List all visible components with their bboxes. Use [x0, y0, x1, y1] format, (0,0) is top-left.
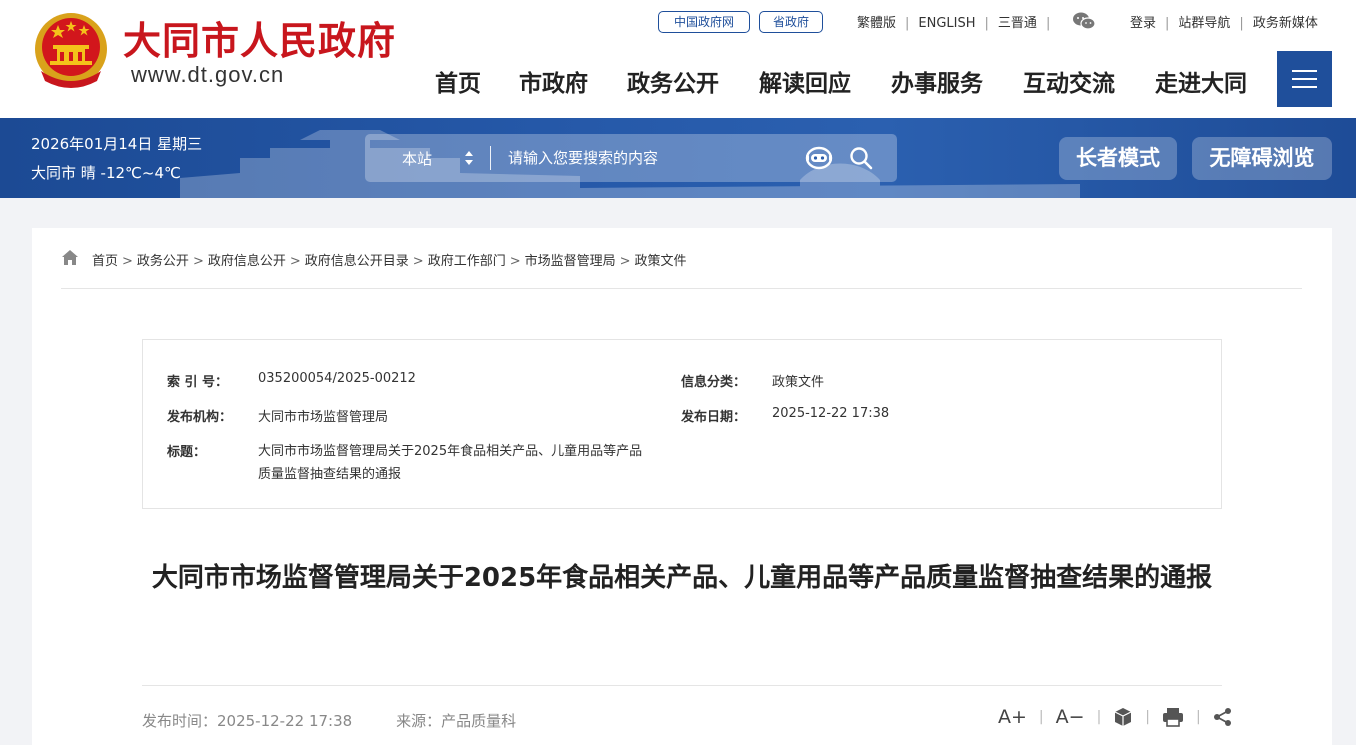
wechat-icon[interactable] — [1072, 11, 1096, 31]
print-icon[interactable] — [1162, 707, 1184, 727]
title-value: 大同市市场监督管理局关于2025年食品相关产品、儿童用品等产品质量监督抽查结果的… — [258, 444, 643, 482]
article-tools: A+ | A− | | | — [998, 706, 1233, 732]
divider: | — [1239, 16, 1244, 31]
menu-icon — [1292, 70, 1317, 72]
search-icon[interactable] — [849, 146, 873, 170]
sanjintong-link[interactable]: 三晋通 — [998, 16, 1037, 31]
accessibility-button[interactable]: 无障碍浏览 — [1192, 137, 1332, 180]
breadcrumb-separator: > — [619, 254, 631, 269]
font-increase-button[interactable]: A+ — [998, 706, 1027, 728]
search-box: 本站 — [365, 134, 897, 182]
elder-mode-button[interactable]: 长者模式 — [1059, 137, 1177, 180]
publish-info: 发布时间：2025-12-22 17:38 来源：产品质量科 — [142, 710, 516, 731]
category-value: 政策文件 — [772, 375, 825, 390]
source: 来源：产品质量科 — [396, 712, 517, 730]
site-header: 大同市人民政府 www.dt.gov.cn 中国政府网 省政府 繁體版 | ENGL… — [0, 0, 1356, 118]
nav-city-gov[interactable]: 市政府 — [519, 64, 588, 98]
divider: | — [984, 16, 989, 31]
divider: | — [905, 16, 910, 31]
breadcrumb-separator: > — [412, 254, 424, 269]
site-url: www.dt.gov.cn — [131, 62, 285, 87]
breadcrumb-separator: > — [122, 254, 133, 269]
national-emblem-icon[interactable] — [33, 11, 109, 91]
breadcrumb-separator: > — [289, 254, 301, 269]
date-text: 2026年01月14日 星期三 — [31, 135, 203, 153]
share-icon[interactable] — [1213, 707, 1233, 727]
home-icon[interactable] — [61, 249, 79, 266]
menu-button[interactable] — [1277, 51, 1332, 107]
breadcrumb-item[interactable]: 首页 — [92, 254, 118, 269]
divider: | — [1096, 709, 1102, 725]
category-label: 信息分类： — [681, 375, 747, 390]
publish-date-label: 发布日期： — [681, 410, 747, 425]
breadcrumb-item[interactable]: 市场监督管理局 — [525, 254, 616, 269]
breadcrumb-separator: > — [192, 254, 204, 269]
content-panel: 首页 > 政务公开 > 政府信息公开 > 政府信息公开目录 > 政府工作部门 > 市场监督管理局 > 政… — [32, 228, 1332, 745]
menu-icon-bar — [1292, 78, 1317, 80]
breadcrumb: 首页 > 政务公开 > 政府信息公开 > 政府信息公开目录 > 政府工作部门 > 市场监督管理局 > 政… — [92, 250, 687, 269]
up-down-arrow-icon[interactable] — [464, 149, 474, 167]
breadcrumb-item[interactable]: 政府信息公开 — [208, 254, 286, 269]
breadcrumb-current[interactable]: 政策文件 — [635, 254, 687, 269]
divider: | — [1165, 16, 1170, 31]
robot-assistant-icon[interactable] — [805, 144, 833, 172]
publish-time: 发布时间：2025-12-22 17:38 — [142, 712, 353, 730]
province-gov-link[interactable]: 省政府 — [759, 11, 823, 33]
nav-home[interactable]: 首页 — [435, 64, 481, 98]
index-label: 索 引 号： — [167, 375, 229, 390]
nav-services[interactable]: 办事服务 — [891, 64, 983, 98]
publisher-label: 发布机构： — [167, 410, 233, 425]
traditional-chinese-link[interactable]: 繁體版 — [857, 16, 896, 31]
search-banner: 2026年01月14日 星期三 大同市 晴 -12℃~4℃ 本站 长者模式 无障… — [0, 118, 1356, 198]
search-divider — [490, 146, 491, 170]
site-title[interactable]: 大同市人民政府 — [123, 10, 396, 65]
divider: | — [1145, 709, 1150, 725]
box-icon[interactable] — [1113, 707, 1133, 727]
nav-interpretation[interactable]: 解读回应 — [759, 64, 851, 98]
divider — [142, 685, 1222, 686]
divider: | — [1038, 709, 1044, 725]
menu-icon-bar — [1292, 86, 1317, 88]
china-gov-link[interactable]: 中国政府网 — [658, 11, 750, 33]
nav-about-datong[interactable]: 走进大同 — [1155, 64, 1247, 98]
publish-date-value: 2025-12-22 17:38 — [772, 406, 890, 421]
title-label: 标题： — [167, 445, 207, 460]
breadcrumb-item[interactable]: 政务公开 — [137, 254, 189, 269]
divider: | — [1196, 709, 1201, 725]
new-media-link[interactable]: 政务新媒体 — [1253, 16, 1318, 31]
breadcrumb-separator: > — [509, 254, 521, 269]
language-links: 繁體版 | ENGLISH | 三晋通 | — [857, 12, 1059, 31]
english-link[interactable]: ENGLISH — [918, 16, 975, 31]
info-meta-table: 索 引 号： 035200054/2025-00212 信息分类： 政策文件 发… — [142, 339, 1222, 509]
search-scope-select[interactable]: 本站 — [402, 148, 432, 169]
divider: | — [1045, 16, 1051, 31]
publisher-value: 大同市市场监督管理局 — [258, 410, 389, 425]
index-value: 035200054/2025-00212 — [258, 371, 416, 386]
font-decrease-button[interactable]: A− — [1056, 706, 1085, 728]
search-input[interactable] — [508, 142, 798, 174]
nav-interaction[interactable]: 互动交流 — [1023, 64, 1115, 98]
breadcrumb-item[interactable]: 政府信息公开目录 — [305, 254, 409, 269]
nav-gov-affairs[interactable]: 政务公开 — [627, 64, 719, 98]
weather-text: 大同市 晴 -12℃~4℃ — [31, 164, 181, 182]
site-nav-link[interactable]: 站群导航 — [1178, 16, 1230, 31]
breadcrumb-item[interactable]: 政府工作部门 — [428, 254, 506, 269]
user-links: 登录 | 站群导航 | 政务新媒体 — [1130, 12, 1318, 31]
article-title: 大同市市场监督管理局关于2025年食品相关产品、儿童用品等产品质量监督抽查结果的… — [151, 563, 1213, 593]
login-link[interactable]: 登录 — [1130, 16, 1156, 31]
divider — [61, 288, 1302, 289]
